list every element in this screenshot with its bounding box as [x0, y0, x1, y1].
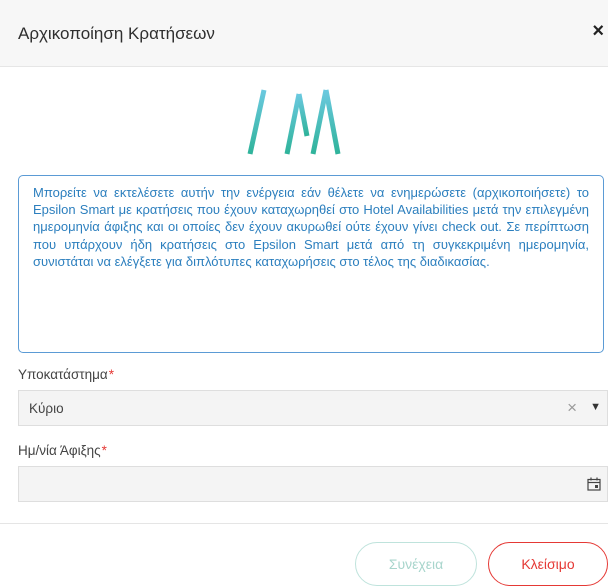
calendar-icon[interactable]	[587, 477, 601, 491]
branch-select-value: Κύριο	[29, 401, 64, 416]
haa-logo	[246, 89, 348, 155]
required-mark: *	[108, 367, 114, 382]
arrival-date-input[interactable]	[19, 467, 591, 503]
branch-label: Υποκατάστημα*	[18, 367, 114, 382]
close-icon[interactable]: ×	[592, 21, 604, 41]
info-message: Μπορείτε να εκτελέσετε αυτήν την ενέργει…	[18, 175, 604, 353]
clear-icon[interactable]: ×	[567, 398, 577, 418]
dialog-header: Αρχικοποίηση Κρατήσεων ×	[0, 0, 608, 67]
required-mark: *	[101, 443, 107, 458]
arrival-date-label: Ημ/νία Άφιξης*	[18, 443, 107, 458]
branch-select[interactable]: Κύριο × ▼	[18, 390, 608, 426]
continue-button[interactable]: Συνέχεια	[355, 542, 477, 586]
close-button[interactable]: Κλείσιμο	[488, 542, 608, 586]
arrival-date-field[interactable]	[18, 466, 608, 503]
dialog-title: Αρχικοποίηση Κρατήσεων	[18, 24, 215, 43]
chevron-down-icon[interactable]: ▼	[590, 401, 601, 413]
footer-divider	[0, 523, 608, 524]
